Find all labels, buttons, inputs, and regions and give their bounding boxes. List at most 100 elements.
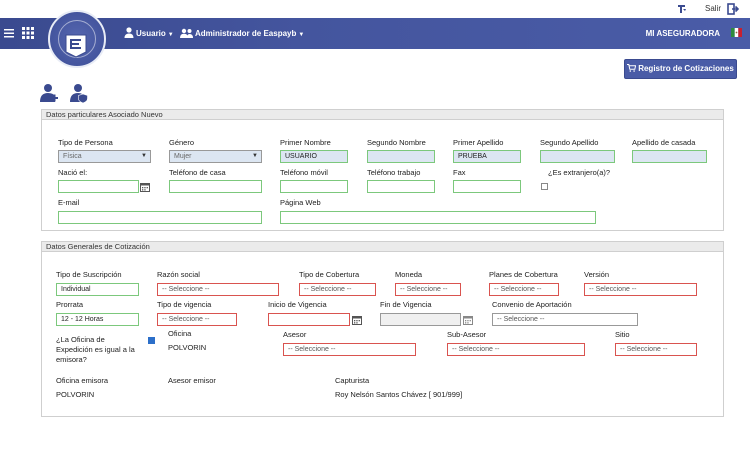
razon-social-value: -- Seleccione -- — [162, 286, 210, 293]
oficina-value: POLVORIN — [168, 343, 207, 352]
tipo-vigencia-value: -- Seleccione -- — [162, 316, 210, 323]
apps-grid-icon[interactable] — [22, 27, 34, 39]
tipo-suscripcion-value: Individual — [61, 286, 91, 293]
main-navbar: Usuario ▼ Administrador de Easpayb ▼ MI AS… — [0, 18, 750, 49]
moneda-select[interactable]: -- Seleccione -- ▼ — [395, 283, 461, 296]
tipo-suscripcion-label: Tipo de Suscripción — [56, 270, 122, 279]
planes-cobertura-label: Planes de Cobertura — [489, 270, 558, 279]
tipo-suscripcion-select[interactable]: Individual ▼ — [56, 283, 139, 296]
asesor-label: Asesor — [283, 330, 307, 339]
extranjero-checkbox[interactable] — [541, 183, 548, 190]
chevron-down-icon: ▼ — [252, 153, 258, 159]
inicio-vigencia-label: Inicio de Vigencia — [268, 300, 327, 309]
segundo-nombre-label: Segundo Nombre — [367, 138, 426, 147]
telefono-trabajo-label: Teléfono trabajo — [367, 168, 421, 177]
user-icon — [124, 27, 134, 38]
telefono-movil-input[interactable] — [280, 180, 348, 193]
primer-nombre-label: Primer Nombre — [280, 138, 331, 147]
fin-vigencia-label: Fin de Vigencia — [380, 300, 432, 309]
add-user-icon[interactable] — [40, 83, 58, 103]
segundo-apellido-label: Segundo Apellido — [540, 138, 599, 147]
planes-cobertura-select[interactable]: -- Seleccione -- ▼ — [489, 283, 559, 296]
fin-vigencia-input[interactable] — [380, 313, 461, 326]
prorrata-select[interactable]: 12 - 12 Horas ▼ — [56, 313, 139, 326]
admin-menu-label: Administrador de Easpayb — [195, 29, 297, 38]
prorrata-value: 12 - 12 Horas — [61, 316, 104, 323]
segundo-apellido-input[interactable] — [540, 150, 615, 163]
tipo-cobertura-value: -- Seleccione -- — [304, 286, 352, 293]
calendar-icon[interactable] — [140, 182, 150, 192]
moneda-label: Moneda — [395, 270, 423, 279]
nacio-input[interactable] — [58, 180, 139, 193]
telefono-trabajo-input[interactable] — [367, 180, 435, 193]
exit-icon[interactable] — [727, 3, 739, 15]
sub-asesor-label: Sub-Asesor — [447, 330, 487, 339]
telefono-casa-input[interactable] — [169, 180, 262, 193]
primer-nombre-input[interactable]: USUARIO — [280, 150, 348, 163]
email-input[interactable] — [58, 211, 262, 224]
tipo-cobertura-select[interactable]: -- Seleccione -- ▼ — [299, 283, 376, 296]
convenio-value: -- Seleccione -- — [497, 316, 545, 323]
sitio-value: -- Seleccione -- — [620, 346, 668, 353]
email-label: E-mail — [58, 198, 80, 207]
sub-asesor-select[interactable]: -- Seleccione -- ▼ — [447, 343, 585, 356]
tipo-vigencia-select[interactable]: -- Seleccione -- ▼ — [157, 313, 237, 326]
user-menu-label: Usuario — [136, 29, 166, 38]
telefono-movil-label: Teléfono móvil — [280, 168, 328, 177]
oficina-igual-checkbox[interactable] — [148, 337, 155, 344]
primer-apellido-label: Primer Apellido — [453, 138, 504, 147]
razon-social-label: Razón social — [157, 270, 200, 279]
prorrata-label: Prorrata — [56, 300, 84, 309]
quote-data-title: Datos Generales de Cotización — [42, 242, 723, 252]
version-label: Versión — [584, 270, 610, 279]
apellido-casada-input[interactable] — [632, 150, 707, 163]
registro-cotizaciones-button[interactable]: Registro de Cotizaciones — [624, 59, 737, 79]
tipo-cobertura-label: Tipo de Cobertura — [299, 270, 360, 279]
genero-value: Mujer — [174, 153, 192, 160]
primer-apellido-input[interactable]: PRUEBA — [453, 150, 521, 163]
flag-icon[interactable] — [677, 4, 687, 14]
personal-data-title: Datos particulares Asociado Nuevo — [42, 110, 723, 120]
user-menu[interactable]: Usuario ▼ — [136, 29, 174, 38]
chevron-down-icon: ▼ — [141, 153, 147, 159]
users-icon — [180, 28, 193, 38]
tipo-persona-value: Física — [63, 153, 82, 160]
genero-select[interactable]: Mujer ▼ — [169, 150, 262, 163]
extranjero-label: ¿Es extranjero(a)? — [548, 168, 611, 177]
version-select[interactable]: -- Seleccione -- ▼ — [584, 283, 697, 296]
pagina-web-input[interactable] — [280, 211, 596, 224]
fax-input[interactable] — [453, 180, 521, 193]
convenio-select[interactable]: -- Seleccione -- ▼ — [492, 313, 638, 326]
chevron-down-icon: ▼ — [298, 32, 305, 38]
moneda-value: -- Seleccione -- — [400, 286, 448, 293]
user-shield-icon[interactable] — [70, 83, 88, 103]
brand-name: MI ASEGURADORA — [645, 29, 720, 38]
asesor-emisor-label: Asesor emisor — [168, 376, 216, 385]
calendar-icon[interactable] — [463, 315, 473, 325]
pagina-web-label: Página Web — [280, 198, 321, 207]
calendar-icon[interactable] — [352, 315, 362, 325]
capturista-label: Capturista — [335, 376, 370, 385]
company-logo-icon[interactable] — [63, 32, 89, 58]
sub-asesor-value: -- Seleccione -- — [452, 346, 500, 353]
genero-label: Género — [169, 138, 195, 147]
chevron-down-icon: ▼ — [167, 32, 174, 38]
oficina-igual-label: ¿La Oficina de Expedición es igual a la … — [56, 335, 135, 364]
exit-link[interactable]: Salir — [705, 4, 721, 13]
fax-label: Fax — [453, 168, 466, 177]
sitio-label: Sitio — [615, 330, 630, 339]
apellido-casada-label: Apellido de casada — [632, 138, 696, 147]
tipo-vigencia-label: Tipo de vigencia — [157, 300, 212, 309]
sitio-select[interactable]: -- Seleccione -- ▼ — [615, 343, 697, 356]
capturista-value: Roy Nelsón Santos Chávez [ 901/999] — [335, 390, 463, 399]
telefono-casa-label: Teléfono de casa — [169, 168, 226, 177]
tipo-persona-select[interactable]: Física ▼ — [58, 150, 151, 163]
menu-icon[interactable] — [4, 28, 14, 38]
razon-social-select[interactable]: -- Seleccione -- ▼ — [157, 283, 279, 296]
inicio-vigencia-input[interactable] — [268, 313, 350, 326]
segundo-nombre-input[interactable] — [367, 150, 435, 163]
admin-menu[interactable]: Administrador de Easpayb ▼ — [195, 29, 304, 38]
asesor-select[interactable]: -- Seleccione -- ▼ — [283, 343, 416, 356]
top-bar: Salir — [0, 0, 750, 18]
convenio-label: Convenio de Aportación — [492, 300, 572, 309]
